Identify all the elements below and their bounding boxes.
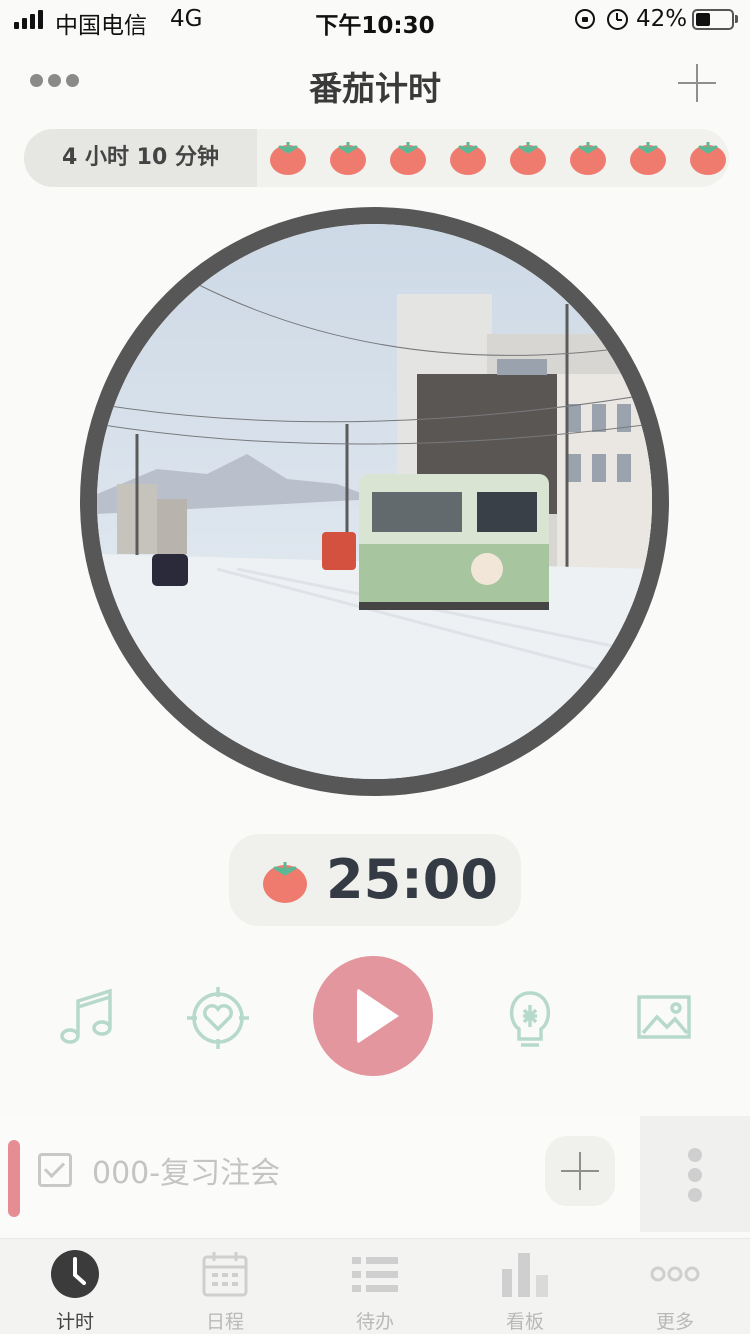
tab-todo[interactable]: 待办 bbox=[300, 1239, 450, 1334]
target-heart-icon[interactable] bbox=[183, 983, 253, 1053]
tab-label: 看板 bbox=[505, 1311, 544, 1333]
play-button[interactable] bbox=[313, 956, 433, 1076]
tab-label: 计时 bbox=[55, 1311, 94, 1333]
battery-fill bbox=[696, 13, 710, 26]
tab-label: 待办 bbox=[355, 1311, 394, 1333]
focus-background-image[interactable] bbox=[80, 207, 669, 796]
tab-more[interactable]: 更多 bbox=[600, 1239, 750, 1334]
music-icon[interactable] bbox=[52, 983, 122, 1053]
tab-bar: 计时 日程 待办 看板 更多 bbox=[0, 1238, 750, 1334]
tab-label: 日程 bbox=[205, 1311, 244, 1333]
orientation-lock-icon bbox=[575, 9, 595, 29]
page-title: 番茄计时 bbox=[309, 69, 441, 108]
status-bar: 中国电信 4G 下午10:30 42% bbox=[0, 0, 750, 40]
lightbulb-icon[interactable] bbox=[495, 983, 565, 1053]
tomato-icon bbox=[329, 138, 367, 176]
tomato-icon bbox=[629, 138, 667, 176]
battery-cap bbox=[735, 15, 738, 23]
tomato-summary-bar: 4 小时 10 分钟 bbox=[24, 129, 729, 187]
image-icon[interactable] bbox=[629, 983, 699, 1053]
alarm-icon bbox=[607, 9, 628, 30]
tab-schedule[interactable]: 日程 bbox=[150, 1239, 300, 1334]
timer-value: 25:00 bbox=[326, 848, 498, 911]
tomato-icon bbox=[261, 856, 309, 904]
total-focus-time: 4 小时 10 分钟 bbox=[24, 129, 257, 187]
list-icon bbox=[350, 1249, 400, 1299]
tomato-icon bbox=[269, 138, 307, 176]
task-checkbox[interactable] bbox=[38, 1153, 72, 1187]
more-dots-icon bbox=[650, 1249, 700, 1299]
battery-percent: 42% bbox=[636, 6, 688, 32]
add-button[interactable] bbox=[678, 64, 716, 102]
tomato-list bbox=[269, 138, 727, 176]
tab-label: 更多 bbox=[655, 1311, 694, 1333]
clock-icon bbox=[50, 1249, 100, 1299]
current-task-row[interactable]: 000-复习注会 bbox=[0, 1116, 640, 1232]
calendar-icon bbox=[200, 1249, 250, 1299]
add-task-button[interactable] bbox=[545, 1136, 615, 1206]
tomato-icon bbox=[389, 138, 427, 176]
battery-icon bbox=[692, 9, 734, 30]
bar-chart-icon bbox=[500, 1249, 550, 1299]
tab-board[interactable]: 看板 bbox=[450, 1239, 600, 1334]
tomato-icon bbox=[449, 138, 487, 176]
tomato-icon bbox=[689, 138, 727, 176]
tab-timer[interactable]: 计时 bbox=[0, 1239, 150, 1334]
timer-display[interactable]: 25:00 bbox=[229, 834, 521, 926]
task-label: 000-复习注会 bbox=[92, 1156, 281, 1191]
tomato-icon bbox=[509, 138, 547, 176]
tomato-icon bbox=[569, 138, 607, 176]
task-color-marker bbox=[8, 1140, 20, 1217]
task-more-icon[interactable] bbox=[640, 1116, 750, 1232]
